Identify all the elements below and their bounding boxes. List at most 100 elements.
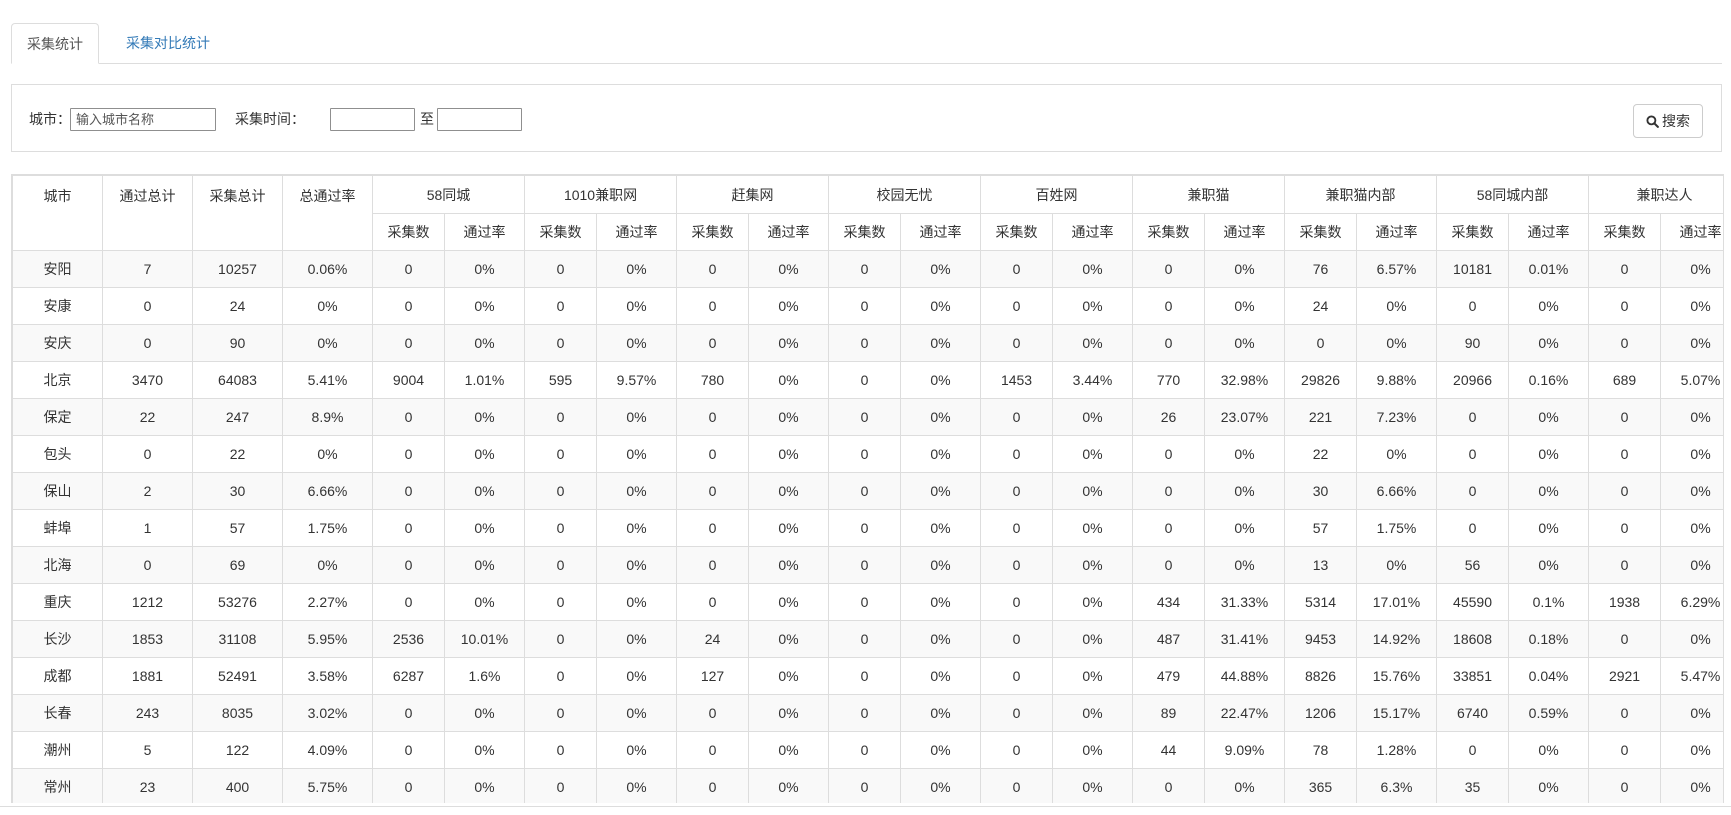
table-cell: 0.18% — [1508, 620, 1590, 658]
table-cell: 0.16% — [1508, 361, 1590, 399]
city-cell: 长春 — [12, 694, 103, 732]
table-cell: 243 — [102, 694, 193, 732]
table-cell: 0% — [1508, 435, 1590, 473]
city-input[interactable] — [70, 108, 216, 131]
table-cell: 0 — [828, 620, 902, 658]
table-cell: 0 — [676, 768, 750, 803]
table-cell: 0 — [676, 324, 750, 362]
table-cell: 0% — [1204, 250, 1286, 288]
collected-count-header: 采集数 — [980, 213, 1054, 251]
table-cell: 7.23% — [1356, 398, 1438, 436]
table-cell: 0 — [676, 546, 750, 584]
table-cell: 10.01% — [443, 620, 526, 658]
table-cell: 0% — [1052, 768, 1134, 803]
table-cell: 1938 — [1588, 583, 1662, 621]
table-cell: 89 — [1132, 694, 1206, 732]
table-cell: 2921 — [1588, 657, 1662, 695]
table-cell: 0 — [524, 731, 598, 769]
table-cell: 0 — [828, 287, 902, 325]
table-cell: 0 — [980, 768, 1054, 803]
column-header: 通过总计 — [102, 175, 193, 251]
table-cell: 0 — [524, 287, 598, 325]
pass-rate-header: 通过率 — [1356, 213, 1438, 251]
table-cell: 221 — [1284, 398, 1358, 436]
table-cell: 0% — [1508, 287, 1590, 325]
table-cell: 3470 — [102, 361, 193, 399]
table-cell: 24 — [676, 620, 750, 658]
table-cell: 9.57% — [596, 361, 678, 399]
table-cell: 0 — [1436, 472, 1510, 510]
table-cell: 0% — [1660, 472, 1723, 510]
table-cell: 0% — [1660, 768, 1723, 803]
table-row: 安康 0 24 0% 0 0% 0 0% 0 0% 0 0% 0 0% 0 0% 24 0% 0 0% 0 0% — [12, 287, 1723, 325]
city-cell: 安阳 — [12, 250, 103, 288]
table-cell: 0% — [443, 324, 526, 362]
collect-time-label: 采集时间： — [235, 111, 305, 127]
tab-collect-compare-stats[interactable]: 采集对比统计 — [111, 23, 225, 63]
table-cell: 24 — [192, 287, 283, 325]
tab-collect-stats[interactable]: 采集统计 — [11, 23, 99, 64]
table-cell: 0% — [900, 768, 982, 803]
table-cell: 0 — [676, 250, 750, 288]
table-cell: 0% — [900, 731, 982, 769]
table-cell: 0% — [900, 435, 982, 473]
table-cell: 0 — [828, 398, 902, 436]
table-cell: 30 — [192, 472, 283, 510]
table-cell: 9453 — [1284, 620, 1358, 658]
table-cell: 9.88% — [1356, 361, 1438, 399]
table-cell: 0 — [828, 731, 902, 769]
table-cell: 0% — [1660, 694, 1723, 732]
table-cell: 0 — [1132, 509, 1206, 547]
table-cell: 5.41% — [282, 361, 373, 399]
table-cell: 5.95% — [282, 620, 373, 658]
column-header: 采集总计 — [192, 175, 283, 251]
table-row: 包头 0 22 0% 0 0% 0 0% 0 0% 0 0% 0 0% 0 0% 22 0% 0 0% 0 0% — [12, 435, 1723, 473]
city-cell: 保定 — [12, 398, 103, 436]
table-cell: 0 — [372, 731, 445, 769]
source-header: 赶集网 — [676, 175, 830, 214]
table-cell: 0 — [980, 472, 1054, 510]
table-cell: 0 — [676, 435, 750, 473]
table-cell: 0 — [1436, 287, 1510, 325]
search-button[interactable]: 搜索 — [1633, 104, 1703, 138]
table-cell: 0% — [748, 657, 830, 695]
table-cell: 0% — [1356, 546, 1438, 584]
pass-rate-header: 通过率 — [748, 213, 830, 251]
table-cell: 0% — [748, 398, 830, 436]
table-cell: 0% — [1356, 435, 1438, 473]
table-cell: 0% — [443, 472, 526, 510]
end-date-input[interactable] — [437, 108, 522, 131]
table-cell: 3.58% — [282, 657, 373, 695]
table-cell: 0% — [900, 472, 982, 510]
table-cell: 0% — [1204, 509, 1286, 547]
column-header: 城市 — [12, 175, 103, 251]
table-cell: 1.28% — [1356, 731, 1438, 769]
table-cell: 0% — [748, 250, 830, 288]
table-cell: 5.75% — [282, 768, 373, 803]
table-cell: 0 — [676, 287, 750, 325]
table-cell: 479 — [1132, 657, 1206, 695]
table-row: 保定 22 247 8.9% 0 0% 0 0% 0 0% 0 0% 0 0% 26 23.07% 221 7.2… — [12, 398, 1723, 436]
stats-table: 城市 通过总计 采集总计 总通过率 58同城 1010兼职网 赶集网 校园无忧 百姓网 兼职猫 兼职… — [12, 175, 1723, 803]
city-cell: 常州 — [12, 768, 103, 803]
table-cell: 770 — [1132, 361, 1206, 399]
table-cell: 0 — [524, 694, 598, 732]
table-cell: 5314 — [1284, 583, 1358, 621]
city-cell: 长沙 — [12, 620, 103, 658]
stats-table-container: 城市 通过总计 采集总计 总通过率 58同城 1010兼职网 赶集网 校园无忧 百姓网 兼职猫 兼职… — [11, 174, 1724, 803]
table-cell: 0% — [1052, 694, 1134, 732]
table-cell: 0% — [1508, 768, 1590, 803]
table-cell: 0 — [1588, 768, 1662, 803]
table-cell: 0 — [980, 250, 1054, 288]
table-cell: 6.57% — [1356, 250, 1438, 288]
table-cell: 18608 — [1436, 620, 1510, 658]
table-cell: 0% — [443, 583, 526, 621]
table-cell: 127 — [676, 657, 750, 695]
table-cell: 0% — [1660, 250, 1723, 288]
table-cell: 0 — [372, 768, 445, 803]
table-cell: 0 — [524, 509, 598, 547]
table-cell: 0% — [596, 324, 678, 362]
table-cell: 10181 — [1436, 250, 1510, 288]
table-row: 长春 243 8035 3.02% 0 0% 0 0% 0 0% 0 0% 0 0% 89 22.47% 120… — [12, 694, 1723, 732]
start-date-input[interactable] — [330, 108, 415, 131]
